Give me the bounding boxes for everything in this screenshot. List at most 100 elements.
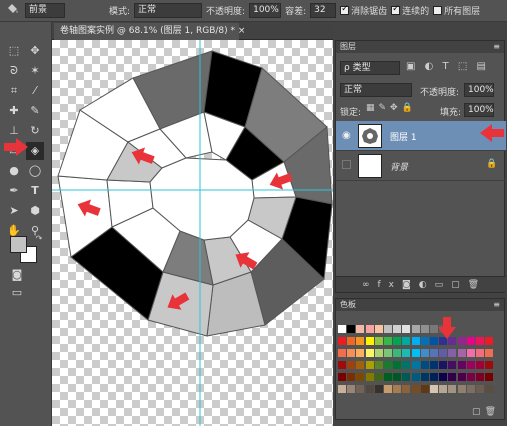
blur-tool-icon[interactable]: ●: [5, 162, 23, 180]
color-swatch[interactable]: [476, 373, 484, 381]
color-swatch[interactable]: [338, 337, 346, 345]
color-swatch[interactable]: [411, 361, 420, 369]
color-swatch[interactable]: [393, 361, 402, 369]
contiguous-checkbox[interactable]: [391, 4, 401, 15]
color-swatch[interactable]: [347, 361, 356, 369]
layer-filter-icons[interactable]: ▣ ◐ T ⬚ ▤: [406, 61, 502, 75]
close-tab-icon[interactable]: ×: [238, 26, 246, 36]
color-swatch[interactable]: [338, 349, 346, 357]
path-selection-icon[interactable]: ➤: [5, 202, 23, 220]
color-swatch[interactable]: [347, 337, 356, 345]
link-icon[interactable]: ∞: [362, 280, 378, 290]
color-swatch[interactable]: [338, 325, 346, 333]
layer-name[interactable]: 背景: [390, 160, 408, 173]
color-swatch[interactable]: [365, 361, 374, 369]
color-swatch[interactable]: [356, 373, 365, 381]
color-swatch[interactable]: [356, 349, 365, 357]
color-swatch[interactable]: [393, 349, 402, 357]
color-swatch[interactable]: [365, 373, 374, 381]
color-swatch[interactable]: [365, 325, 374, 333]
color-swatch[interactable]: [411, 385, 420, 393]
color-swatch[interactable]: [365, 385, 374, 393]
color-swatch[interactable]: [347, 349, 356, 357]
color-swatch[interactable]: [485, 385, 494, 393]
color-swatch[interactable]: [384, 349, 392, 357]
color-swatch[interactable]: [448, 349, 457, 357]
delete-swatch-icon[interactable]: 🗑: [485, 407, 500, 417]
preset-select[interactable]: 前景: [25, 3, 65, 18]
color-swatch[interactable]: [338, 373, 346, 381]
color-swatch[interactable]: [485, 373, 494, 381]
color-swatch[interactable]: [356, 361, 365, 369]
color-swatch[interactable]: [430, 325, 438, 333]
color-swatch[interactable]: [430, 373, 438, 381]
color-swatch[interactable]: [402, 361, 411, 369]
layer-filter-select[interactable]: ρ 类型: [340, 61, 400, 75]
color-swatch[interactable]: [457, 385, 466, 393]
color-swatch[interactable]: [384, 361, 392, 369]
color-swatch[interactable]: [374, 385, 383, 393]
color-swatch[interactable]: [374, 361, 383, 369]
lock-icons[interactable]: ▦✎✥🔒: [366, 103, 417, 113]
color-swatch[interactable]: [356, 325, 365, 333]
move-tool-icon[interactable]: ✥: [26, 42, 44, 60]
folder-icon[interactable]: ▭: [435, 280, 452, 290]
color-swatch[interactable]: [466, 373, 475, 381]
color-swatch[interactable]: [466, 337, 475, 345]
color-swatch[interactable]: [347, 373, 356, 381]
color-swatch[interactable]: [356, 385, 365, 393]
antialias-toggle[interactable]: 消除锯齿: [340, 4, 387, 17]
visibility-eye-icon[interactable]: ◉: [342, 130, 351, 141]
crop-tool-icon[interactable]: ⌗: [5, 82, 23, 100]
color-swatch[interactable]: [430, 361, 438, 369]
color-swatch[interactable]: [430, 337, 438, 345]
all-layers-toggle[interactable]: 所有图层: [433, 4, 480, 17]
color-swatch[interactable]: [374, 325, 383, 333]
color-swatch[interactable]: [476, 361, 484, 369]
blend-mode-select[interactable]: 正常: [340, 83, 412, 97]
marquee-tool-icon[interactable]: ⬚: [5, 42, 23, 60]
brush-tool-icon[interactable]: ✎: [26, 102, 44, 120]
swatch-grid[interactable]: [338, 325, 498, 405]
color-swatch[interactable]: [393, 385, 402, 393]
color-swatch[interactable]: [476, 385, 484, 393]
fx-icon[interactable]: fx: [378, 280, 403, 290]
color-swatch[interactable]: [384, 325, 392, 333]
paint-bucket-tool-icon[interactable]: [3, 2, 21, 20]
quick-mask-icon[interactable]: ◙: [8, 266, 26, 284]
layer-name[interactable]: 图层 1: [390, 130, 417, 143]
color-swatch[interactable]: [411, 325, 420, 333]
color-swatch[interactable]: [439, 361, 448, 369]
color-swatch[interactable]: [365, 349, 374, 357]
color-swatch[interactable]: [430, 349, 438, 357]
color-swatch[interactable]: [420, 373, 429, 381]
color-swatch[interactable]: [374, 337, 383, 345]
tolerance-input[interactable]: 32: [310, 3, 337, 18]
color-swatch[interactable]: [485, 337, 494, 345]
color-swatch[interactable]: [338, 361, 346, 369]
dodge-tool-icon[interactable]: ◯: [26, 162, 44, 180]
color-swatch[interactable]: [384, 373, 392, 381]
new-swatch-icon[interactable]: ▢: [472, 407, 485, 417]
color-swatch[interactable]: [466, 349, 475, 357]
foreground-color-swatch[interactable]: [10, 236, 27, 253]
color-swatch[interactable]: [430, 385, 438, 393]
fill-input[interactable]: 100%: [464, 103, 494, 117]
color-swatch[interactable]: [393, 325, 402, 333]
eyedropper-icon[interactable]: ⁄: [26, 82, 44, 100]
mode-select[interactable]: 正常: [134, 3, 203, 18]
color-swatch[interactable]: [411, 337, 420, 345]
color-swatch[interactable]: [457, 373, 466, 381]
color-swatch[interactable]: [420, 385, 429, 393]
color-swatch[interactable]: [457, 349, 466, 357]
layer-opacity-input[interactable]: 100%: [464, 83, 494, 97]
color-swatch[interactable]: [393, 373, 402, 381]
color-swatch[interactable]: [402, 373, 411, 381]
color-swatch[interactable]: [374, 373, 383, 381]
color-swatch[interactable]: [448, 385, 457, 393]
document-tab[interactable]: 卷轴图案实例 @ 68.1% (图层 1, RGB/8) * ×: [54, 23, 245, 40]
magic-wand-icon[interactable]: ✶: [26, 62, 44, 80]
color-swatch[interactable]: [347, 325, 356, 333]
color-swatch[interactable]: [466, 361, 475, 369]
color-swatch[interactable]: [420, 325, 429, 333]
